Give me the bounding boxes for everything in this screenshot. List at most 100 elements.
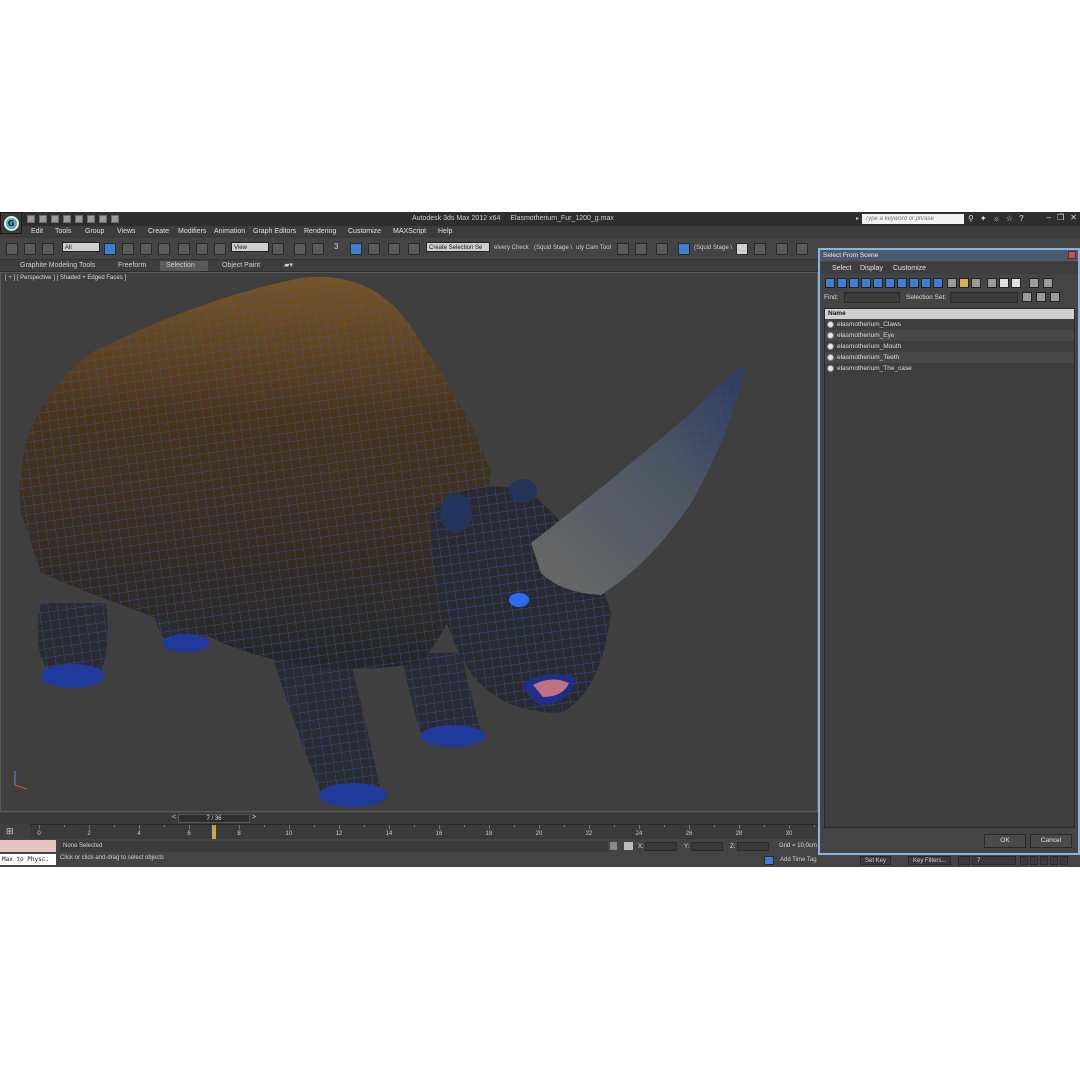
restore-icon[interactable]: ❐ — [1057, 213, 1064, 222]
display-xrefs-icon[interactable] — [909, 278, 919, 288]
ribbon-options-icon[interactable]: ▰▾ — [278, 261, 299, 271]
minimize-icon[interactable]: – — [1047, 213, 1051, 222]
mini-curve-editor-icon[interactable]: ⊞ — [6, 826, 14, 837]
perspective-viewport[interactable]: [ + ] [ Perspective ] [ Shaded + Edged F… — [0, 272, 818, 812]
menu-edit[interactable]: Edit — [31, 228, 43, 235]
list-item[interactable]: elasmotherium_The_case — [825, 363, 1074, 374]
select-none-icon[interactable] — [999, 278, 1009, 288]
list-item[interactable]: elasmotherium_Eye — [825, 330, 1074, 341]
selection-set-add-icon[interactable] — [1022, 292, 1032, 302]
menu-group[interactable]: Group — [85, 228, 104, 235]
project-folder-icon[interactable] — [111, 215, 119, 223]
menu-help[interactable]: Help — [438, 228, 452, 235]
custom-tool-3[interactable]: uty Cam Tool — [576, 245, 611, 251]
redo-icon[interactable] — [75, 215, 83, 223]
display-cameras-icon[interactable] — [861, 278, 871, 288]
display-groups-icon[interactable] — [897, 278, 907, 288]
cancel-button[interactable]: Cancel — [1030, 834, 1072, 848]
maxscript-mini-listener[interactable]: Max to Physc. — [0, 854, 56, 865]
bind-space-warp-icon[interactable] — [42, 243, 54, 255]
select-all-icon[interactable] — [987, 278, 997, 288]
time-tag-icon[interactable] — [764, 856, 774, 865]
select-by-name-icon[interactable] — [122, 243, 134, 255]
ok-button[interactable]: OK — [984, 834, 1026, 848]
field-of-view-icon[interactable] — [1050, 856, 1058, 865]
menu-customize[interactable]: Customize — [348, 228, 381, 235]
selection-filter-dropdown[interactable]: All — [62, 242, 100, 252]
percent-snap-icon[interactable] — [368, 243, 380, 255]
select-and-move-icon[interactable] — [178, 243, 190, 255]
keyboard-shortcut-override-icon[interactable] — [312, 243, 324, 255]
binoculars-icon[interactable]: ⚲ — [968, 214, 974, 223]
tab-graphite-modeling-tools[interactable]: Graphite Modeling Tools — [14, 261, 101, 271]
select-object-icon[interactable] — [104, 243, 116, 255]
rectangular-selection-icon[interactable] — [140, 243, 152, 255]
select-and-manipulate-icon[interactable] — [294, 243, 306, 255]
custom-tool-4[interactable]: (Squid Stage \ — [694, 245, 732, 251]
zoom-time-icon[interactable] — [1020, 856, 1028, 865]
set-key-button[interactable]: Set Key — [860, 856, 892, 865]
current-frame-field[interactable]: 7 — [972, 856, 1016, 865]
add-time-tag[interactable]: Add Time Tag — [776, 856, 821, 865]
display-containers-icon[interactable] — [933, 278, 943, 288]
find-input[interactable] — [844, 292, 900, 303]
curve-editor-icon[interactable] — [736, 243, 748, 255]
dialog-menu-select[interactable]: Select — [832, 265, 851, 272]
material-editor-icon[interactable] — [776, 243, 788, 255]
pivot-center-icon[interactable] — [272, 243, 284, 255]
open-file-icon[interactable] — [39, 215, 47, 223]
orbit-icon[interactable] — [1040, 856, 1048, 865]
display-helpers-icon[interactable] — [873, 278, 883, 288]
schematic-view-icon[interactable] — [754, 243, 766, 255]
application-button[interactable]: G — [0, 212, 22, 234]
time-slider-prev[interactable]: < — [172, 814, 176, 821]
new-file-icon[interactable] — [27, 215, 35, 223]
named-selection-sets-dropdown[interactable]: Create Selection Se — [426, 242, 490, 252]
menu-views[interactable]: Views — [117, 228, 136, 235]
mirror-icon[interactable] — [617, 243, 629, 255]
align-icon[interactable] — [635, 243, 647, 255]
edit-named-selection-icon[interactable] — [408, 243, 420, 255]
tab-selection[interactable]: Selection — [160, 261, 208, 271]
unlink-icon[interactable] — [24, 243, 36, 255]
favorites-star-icon[interactable]: ☆ — [1006, 214, 1013, 223]
select-and-rotate-icon[interactable] — [196, 243, 208, 255]
display-space-warps-icon[interactable] — [885, 278, 895, 288]
dialog-menu-customize[interactable]: Customize — [893, 265, 926, 272]
communication-icon[interactable]: ☼ — [993, 214, 1000, 223]
save-file-icon[interactable] — [51, 215, 59, 223]
z-coord-field[interactable] — [737, 842, 769, 851]
menu-graph-editors[interactable]: Graph Editors — [253, 228, 296, 235]
select-and-scale-icon[interactable] — [214, 243, 226, 255]
display-shapes-icon[interactable] — [837, 278, 847, 288]
display-hidden-icon[interactable] — [971, 278, 981, 288]
close-icon[interactable]: ✕ — [1070, 213, 1077, 222]
select-invert-icon[interactable] — [1011, 278, 1021, 288]
menu-rendering[interactable]: Rendering — [304, 228, 336, 235]
render-setup-icon[interactable] — [796, 243, 808, 255]
column-header-name[interactable]: Name — [825, 309, 1074, 319]
x-coord-field[interactable] — [645, 842, 677, 851]
display-all-icon[interactable] — [947, 278, 957, 288]
dialog-menu-display[interactable]: Display — [860, 265, 883, 272]
list-item[interactable]: elasmotherium_Claws — [825, 319, 1074, 330]
pan-view-icon[interactable] — [1030, 856, 1038, 865]
tab-object-paint[interactable]: Object Paint — [216, 261, 266, 271]
layer-manager-icon[interactable] — [656, 243, 668, 255]
list-item[interactable]: elasmotherium_Teeth — [825, 352, 1074, 363]
key-filters-button[interactable]: Key Filters... — [908, 856, 952, 865]
selection-lock-icon[interactable] — [610, 842, 617, 850]
menu-create[interactable]: Create — [148, 228, 169, 235]
display-bones-icon[interactable] — [921, 278, 931, 288]
search-arrow-icon[interactable]: ▸ — [856, 215, 859, 222]
menu-maxscript[interactable]: MAXScript — [393, 228, 426, 235]
time-slider-handle[interactable]: 7 / 36 — [178, 814, 250, 823]
filter-options-icon[interactable] — [1043, 278, 1053, 288]
help-icon[interactable]: ? — [1019, 214, 1023, 223]
menu-tools[interactable]: Tools — [55, 228, 71, 235]
maxscript-listener-box[interactable] — [0, 840, 56, 852]
trackbar-track[interactable]: 0 2 4 6 8 10 12 14 16 18 20 22 24 26 28 30 — [30, 824, 820, 839]
spinner-snap-icon[interactable] — [388, 243, 400, 255]
menu-modifiers[interactable]: Modifiers — [178, 228, 206, 235]
select-and-link-icon[interactable] — [6, 243, 18, 255]
